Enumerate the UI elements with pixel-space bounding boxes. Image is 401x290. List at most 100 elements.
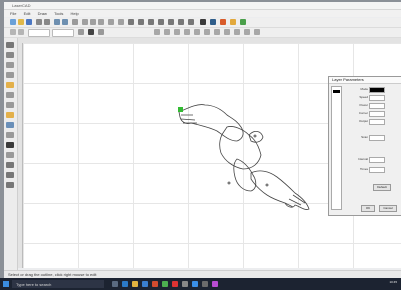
folder-icon[interactable] bbox=[132, 281, 138, 287]
open-icon[interactable] bbox=[18, 19, 24, 25]
rect-icon[interactable] bbox=[98, 19, 104, 25]
task-view-icon[interactable] bbox=[112, 281, 118, 287]
size-icon[interactable] bbox=[18, 29, 24, 35]
menu-file[interactable]: File bbox=[10, 10, 16, 17]
align-right-icon[interactable] bbox=[174, 29, 180, 35]
taskbar-search[interactable]: Type here to search bbox=[12, 280, 104, 288]
color-icon[interactable] bbox=[88, 29, 94, 35]
scan-input[interactable] bbox=[369, 135, 385, 141]
ellipse-icon[interactable] bbox=[6, 102, 14, 108]
desktop: LaserCAD File Edit Draw Tools Help Selec… bbox=[0, 0, 401, 290]
text-tool-icon[interactable] bbox=[234, 29, 240, 35]
same-height-icon[interactable] bbox=[224, 29, 230, 35]
group-icon[interactable] bbox=[158, 19, 164, 25]
star-icon[interactable] bbox=[230, 19, 236, 25]
app-icon[interactable] bbox=[162, 281, 168, 287]
param-row: Mode bbox=[343, 87, 399, 93]
ok-button[interactable]: OK bbox=[361, 205, 375, 212]
param-row: Output bbox=[343, 119, 399, 125]
select-icon[interactable] bbox=[6, 42, 14, 48]
polyline-icon[interactable] bbox=[6, 72, 14, 78]
office-icon[interactable] bbox=[152, 281, 158, 287]
pan-icon[interactable] bbox=[72, 19, 78, 25]
ungroup-icon[interactable] bbox=[168, 19, 174, 25]
zoom-icon[interactable] bbox=[54, 19, 60, 25]
x-field[interactable] bbox=[28, 29, 50, 37]
redo-icon[interactable] bbox=[44, 19, 50, 25]
line-icon[interactable] bbox=[82, 19, 88, 25]
interval-input[interactable] bbox=[369, 157, 385, 163]
circle-icon[interactable] bbox=[90, 19, 96, 25]
distribute-icon[interactable] bbox=[204, 29, 210, 35]
align-top-icon[interactable] bbox=[184, 29, 190, 35]
offset-icon[interactable] bbox=[188, 19, 194, 25]
bitmap-icon[interactable] bbox=[6, 142, 14, 148]
left-toolbox bbox=[4, 38, 18, 270]
layer-list[interactable] bbox=[331, 86, 342, 210]
mirror-icon[interactable] bbox=[138, 19, 144, 25]
line-tool-icon[interactable] bbox=[6, 62, 14, 68]
layer-color-swatch[interactable] bbox=[333, 90, 340, 93]
search-placeholder: Type here to search bbox=[16, 282, 52, 287]
node-icon[interactable] bbox=[118, 19, 124, 25]
chat-icon[interactable] bbox=[182, 281, 188, 287]
layer-icon[interactable] bbox=[200, 19, 206, 25]
clock[interactable]: 10:45 bbox=[389, 280, 397, 284]
mode-select[interactable] bbox=[369, 87, 385, 93]
same-width-icon[interactable] bbox=[214, 29, 220, 35]
windows-start-icon[interactable] bbox=[3, 281, 9, 287]
menu-draw[interactable]: Draw bbox=[38, 10, 47, 17]
array-icon[interactable] bbox=[128, 19, 134, 25]
dialog-title: Layer Parameters bbox=[329, 77, 401, 84]
store-icon[interactable] bbox=[142, 281, 148, 287]
node-edit-icon[interactable] bbox=[6, 52, 14, 58]
menu-bar: File Edit Draw Tools Help bbox=[4, 10, 401, 17]
align-left-icon[interactable] bbox=[154, 29, 160, 35]
rotate-icon[interactable] bbox=[98, 29, 104, 35]
text-tool-left-icon[interactable] bbox=[6, 112, 14, 118]
array-tool-icon[interactable] bbox=[6, 152, 14, 158]
output-select[interactable] bbox=[369, 119, 385, 125]
rect-tool-icon[interactable] bbox=[6, 92, 14, 98]
menu-help[interactable]: Help bbox=[71, 10, 79, 17]
laser-icon[interactable] bbox=[220, 19, 226, 25]
curve-icon[interactable] bbox=[6, 82, 14, 88]
align-icon[interactable] bbox=[148, 19, 154, 25]
param-row: Times bbox=[343, 167, 399, 173]
preview-icon[interactable] bbox=[254, 29, 260, 35]
zoom-out-icon[interactable] bbox=[62, 19, 68, 25]
media-icon[interactable] bbox=[212, 281, 218, 287]
default-button[interactable]: Default bbox=[373, 184, 391, 191]
speed-input[interactable] bbox=[369, 95, 385, 101]
align-center-icon[interactable] bbox=[164, 29, 170, 35]
y-field[interactable] bbox=[52, 29, 74, 37]
menu-edit[interactable]: Edit bbox=[24, 10, 31, 17]
edge-icon[interactable] bbox=[122, 281, 128, 287]
bird-outline[interactable] bbox=[178, 104, 310, 210]
laser-app-icon[interactable] bbox=[172, 281, 178, 287]
cancel-button[interactable]: Cancel bbox=[379, 205, 397, 212]
settings-icon[interactable] bbox=[210, 19, 216, 25]
menu-tools[interactable]: Tools bbox=[54, 10, 63, 17]
times-input[interactable] bbox=[369, 167, 385, 173]
mail-icon[interactable] bbox=[192, 281, 198, 287]
save-icon[interactable] bbox=[26, 19, 32, 25]
power-input[interactable] bbox=[369, 103, 385, 109]
settings-task-icon[interactable] bbox=[202, 281, 208, 287]
trim-icon[interactable] bbox=[6, 182, 14, 188]
new-icon[interactable] bbox=[10, 19, 16, 25]
text-icon[interactable] bbox=[108, 19, 114, 25]
run-icon[interactable] bbox=[240, 19, 246, 25]
align-bottom-icon[interactable] bbox=[194, 29, 200, 35]
start-point-marker[interactable] bbox=[178, 107, 183, 112]
check-icon[interactable] bbox=[244, 29, 250, 35]
undo-icon[interactable] bbox=[36, 19, 42, 25]
dot-icon[interactable] bbox=[6, 122, 14, 128]
weld-tool-icon[interactable] bbox=[6, 162, 14, 168]
measure-icon[interactable] bbox=[6, 132, 14, 138]
weld-icon[interactable] bbox=[178, 19, 184, 25]
lock-icon[interactable] bbox=[78, 29, 84, 35]
fill-icon[interactable] bbox=[6, 172, 14, 178]
corner-input[interactable] bbox=[369, 111, 385, 117]
position-icon[interactable] bbox=[10, 29, 16, 35]
